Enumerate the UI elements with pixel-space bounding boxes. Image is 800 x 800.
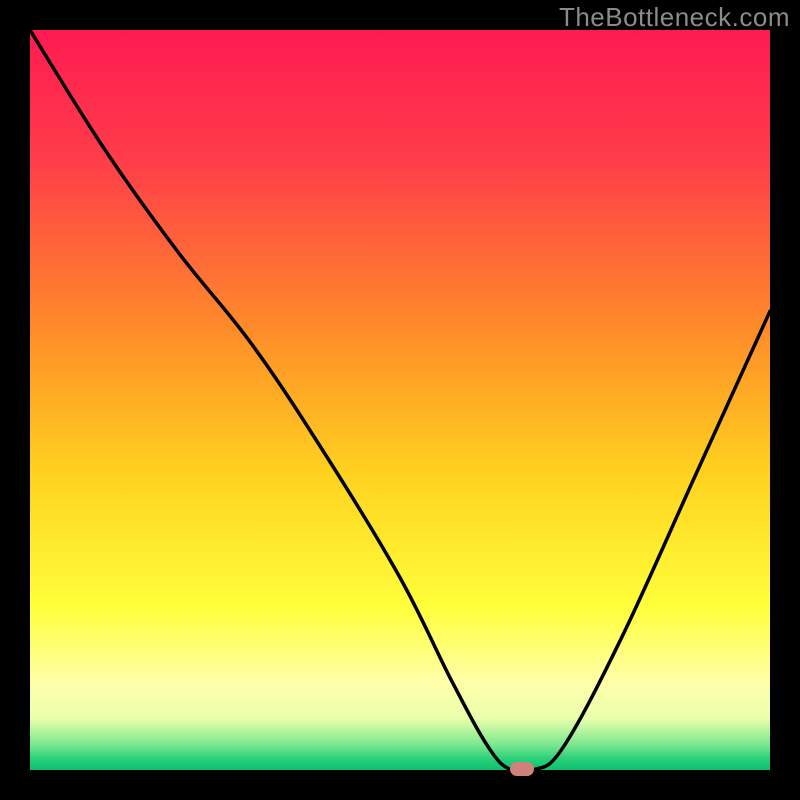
chart-frame: TheBottleneck.com <box>0 0 800 800</box>
chart-background-gradient <box>30 30 770 770</box>
chart-plot-area <box>30 30 770 770</box>
chart-marker-pill <box>510 762 534 776</box>
chart-svg <box>30 30 770 770</box>
watermark-label: TheBottleneck.com <box>559 2 790 33</box>
